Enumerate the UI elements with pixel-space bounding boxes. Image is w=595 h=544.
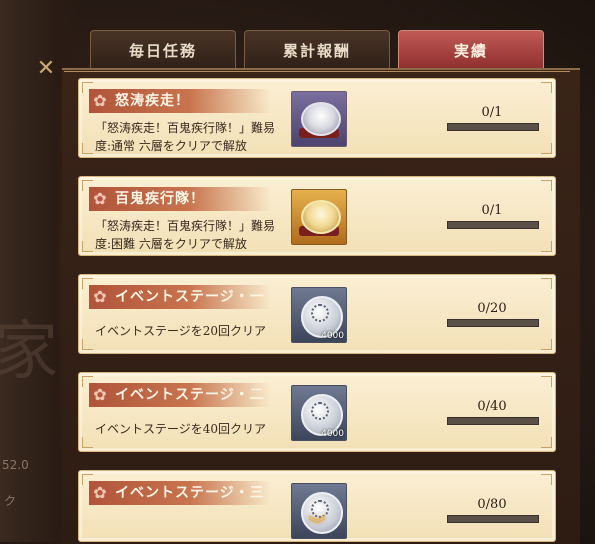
- achievement-title: イベントステージ・一: [89, 285, 271, 309]
- cross-ornament-icon: ✕: [36, 56, 56, 81]
- panel-divider: [64, 71, 570, 72]
- progress-bar: [447, 417, 539, 425]
- tab-daily-missions[interactable]: 毎日任務: [90, 30, 236, 70]
- progress-text: 0/20: [477, 301, 507, 316]
- progress-bar: [447, 221, 539, 229]
- achievement-card[interactable]: 百鬼疾行隊！ ✿ 「怒涛疾走！百鬼疾行隊！」難易 度:困難 六層をクリアで解放 …: [78, 176, 556, 256]
- progress-text: 0/1: [481, 203, 503, 218]
- achievement-description: 「怒涛疾走！百鬼疾行隊！」難易 度:通常 六層をクリアで解放: [95, 121, 276, 153]
- double-chevron-down-icon[interactable]: ︾: [303, 516, 331, 536]
- background-text-fragment: 52.0: [2, 458, 29, 472]
- helmet-icon: [301, 102, 341, 136]
- progress-bar: [447, 319, 539, 327]
- achievement-title: イベントステージ・三: [89, 481, 271, 505]
- helmet-icon: [301, 200, 341, 234]
- background-text-fragment: ク: [4, 494, 17, 508]
- achievement-description: 「怒涛疾走！百鬼疾行隊！」難易 度:困難 六層をクリアで解放: [95, 219, 276, 251]
- achievement-description: イベントステージを40回クリア: [95, 422, 267, 436]
- reward-slot[interactable]: [291, 189, 347, 245]
- progress-text: 0/80: [477, 497, 507, 512]
- sakura-icon: ✿: [93, 483, 107, 502]
- achievement-card[interactable]: イベントステージ・一 ✿ イベントステージを20回クリア 4000 0/20: [78, 274, 556, 354]
- reward-slot[interactable]: [291, 91, 347, 147]
- achievement-card[interactable]: 怒涛疾走！ ✿ 「怒涛疾走！百鬼疾行隊！」難易 度:通常 六層をクリアで解放 0…: [78, 78, 556, 158]
- reward-slot[interactable]: 4000: [291, 385, 347, 441]
- sakura-icon: ✿: [93, 287, 107, 306]
- sakura-icon: ✿: [93, 385, 107, 404]
- tab-achievements[interactable]: 実績: [398, 30, 544, 70]
- reward-quantity: 4000: [321, 429, 344, 439]
- progress-text: 0/40: [477, 399, 507, 414]
- progress-bar: [447, 123, 539, 131]
- sakura-icon: ✿: [93, 91, 107, 110]
- progress-text: 0/1: [481, 105, 503, 120]
- achievement-title: イベントステージ・二: [89, 383, 271, 407]
- progress-bar: [447, 515, 539, 523]
- tab-cumulative-rewards[interactable]: 累計報酬: [244, 30, 390, 70]
- achievement-title: 怒涛疾走！: [89, 89, 271, 113]
- achievement-description: イベントステージを20回クリア: [95, 324, 267, 338]
- reward-quantity: 4000: [321, 331, 344, 341]
- achievement-card[interactable]: イベントステージ・二 ✿ イベントステージを40回クリア 4000 0/40: [78, 372, 556, 452]
- background-kanji: 家: [0, 315, 58, 389]
- achievement-title: 百鬼疾行隊！: [89, 187, 271, 211]
- reward-slot[interactable]: 4000: [291, 287, 347, 343]
- sakura-icon: ✿: [93, 189, 107, 208]
